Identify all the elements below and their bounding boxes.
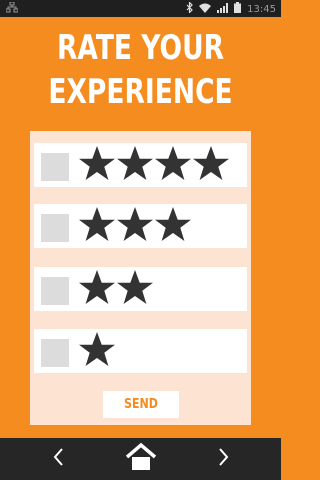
star-icon [192,145,230,185]
status-bar: 13:45 [0,0,281,17]
rating-card [30,131,251,425]
rating-checkbox-4[interactable] [41,153,69,181]
star-group-4 [78,143,230,187]
rating-checkbox-1[interactable] [41,339,69,367]
send-label: SEND [124,397,158,412]
status-time: 13:45 [247,3,276,15]
star-icon [78,331,116,371]
rating-option-4[interactable] [34,143,247,187]
rating-option-2[interactable] [34,267,247,311]
battery-icon [234,2,242,16]
star-icon [154,206,192,246]
home-icon [125,442,157,476]
forward-button[interactable] [206,438,242,480]
star-icon [78,269,116,309]
rating-option-3[interactable] [34,204,247,248]
bluetooth-icon [186,1,194,16]
star-icon [116,269,154,309]
title-line-1: RATE YOUR [56,28,225,68]
signal-icon [217,2,229,16]
title-line-2: EXPERIENCE [48,72,233,112]
home-button[interactable] [120,438,162,480]
rating-checkbox-3[interactable] [41,214,69,242]
network-icon [5,1,19,16]
back-chevron-icon [52,447,64,471]
page-title: RATE YOUR EXPERIENCE [31,26,250,114]
send-button[interactable]: SEND [103,391,179,418]
star-icon [116,206,154,246]
star-icon [116,145,154,185]
star-icon [78,145,116,185]
star-group-1 [78,329,116,373]
back-button[interactable] [40,438,76,480]
forward-chevron-icon [218,447,230,471]
star-icon [154,145,192,185]
star-group-2 [78,267,154,311]
navigation-bar [0,438,281,480]
star-icon [78,206,116,246]
rating-checkbox-2[interactable] [41,277,69,305]
star-group-3 [78,204,192,248]
rating-option-1[interactable] [34,329,247,373]
wifi-icon [199,3,212,16]
